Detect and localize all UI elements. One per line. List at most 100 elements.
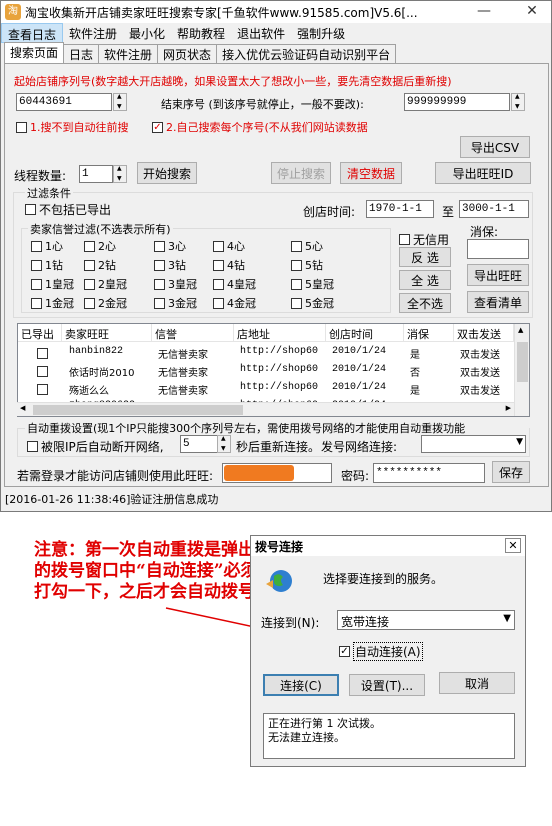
cell-send[interactable]: 双击发送	[457, 344, 515, 362]
view-list-button[interactable]: 查看清单	[467, 291, 529, 313]
checkbox[interactable]	[154, 259, 165, 271]
checkbox[interactable]	[84, 259, 95, 271]
export-ww-button[interactable]: 导出旺旺	[467, 264, 529, 286]
scroll-right-icon[interactable]: ▶	[506, 404, 511, 412]
credit-4-diamond[interactable]: 4钻	[213, 257, 245, 273]
blocked-ip-checkbox[interactable]: 被限IP后自动断开网络,	[27, 438, 164, 455]
col-credit[interactable]: 信誉	[152, 324, 234, 342]
scroll-up-icon[interactable]: ▲	[518, 326, 523, 334]
checkbox[interactable]	[291, 297, 302, 309]
end-seq-spinner[interactable]	[511, 93, 525, 111]
clear-data-button[interactable]: 清空数据	[340, 162, 402, 184]
menu-help[interactable]: 帮助教程	[171, 23, 231, 43]
no-credit-checkbox[interactable]: 无信用	[399, 231, 449, 248]
scroll-thumb[interactable]	[33, 405, 243, 415]
checkbox[interactable]	[291, 259, 302, 271]
checkbox[interactable]	[213, 240, 224, 252]
checkbox[interactable]	[213, 297, 224, 309]
checkbox[interactable]	[31, 278, 42, 290]
tab-captcha[interactable]: 接入优优云验证码自动识别平台	[216, 44, 397, 63]
credit-3-heart[interactable]: 3心	[154, 238, 186, 254]
select-all-button[interactable]: 全 选	[399, 270, 451, 290]
chevron-down-icon[interactable]: ▼	[503, 613, 511, 624]
checkbox[interactable]	[25, 204, 36, 215]
credit-3-crown[interactable]: 3皇冠	[154, 276, 197, 292]
checkbox[interactable]	[291, 240, 302, 252]
login-ww-input[interactable]	[222, 463, 332, 483]
credit-1-crown[interactable]: 1皇冠	[31, 276, 74, 292]
dial-connection-select[interactable]: ▼	[421, 435, 526, 453]
tab-register[interactable]: 软件注册	[98, 44, 159, 63]
checkbox[interactable]: ✓	[339, 646, 350, 657]
threads-input[interactable]	[79, 165, 113, 183]
checkbox[interactable]	[154, 297, 165, 309]
row-checkbox[interactable]	[37, 348, 48, 359]
menu-minimize[interactable]: 最小化	[123, 23, 171, 43]
end-seq-input[interactable]	[404, 93, 510, 111]
scroll-thumb[interactable]	[517, 342, 528, 382]
start-seq-input[interactable]	[16, 93, 112, 111]
col-open-time[interactable]: 创店时间	[326, 324, 404, 342]
open-time-from[interactable]	[366, 200, 434, 218]
checkbox[interactable]	[16, 121, 27, 133]
col-seller[interactable]: 卖家旺旺	[62, 324, 152, 342]
invert-select-button[interactable]: 反 选	[399, 247, 451, 267]
credit-5-diamond[interactable]: 5钻	[291, 257, 323, 273]
exclude-exported-checkbox[interactable]: 不包括已导出	[25, 201, 111, 218]
start-seq-spinner[interactable]	[113, 93, 127, 111]
opt-search-backward[interactable]: 1.搜不到自动往前搜	[16, 119, 129, 135]
row-checkbox[interactable]	[37, 366, 48, 377]
select-none-button[interactable]: 全不选	[399, 293, 451, 313]
menu-view-log[interactable]: 查看日志	[1, 23, 64, 43]
checkbox[interactable]	[27, 441, 38, 452]
credit-2-diamond[interactable]: 2钻	[84, 257, 116, 273]
credit-2-heart[interactable]: 2心	[84, 238, 116, 254]
chevron-down-icon[interactable]: ▼	[516, 437, 523, 447]
checkbox[interactable]	[84, 278, 95, 290]
credit-1-diamond[interactable]: 1钻	[31, 257, 63, 273]
opt-search-each[interactable]: ✓ 2.自己搜索每个序号(不从我们网站读数据	[152, 119, 368, 135]
connect-to-select[interactable]: 宽带连接 ▼	[337, 610, 515, 630]
connect-button[interactable]: 连接(C)	[263, 674, 339, 696]
checkbox[interactable]	[154, 278, 165, 290]
stop-search-button[interactable]: 停止搜索	[271, 162, 331, 184]
start-search-button[interactable]: 开始搜索	[137, 162, 197, 184]
credit-4-gold-crown[interactable]: 4金冠	[213, 295, 256, 311]
credit-5-heart[interactable]: 5心	[291, 238, 323, 254]
threads-spinner[interactable]	[113, 165, 127, 183]
menu-force-upgrade[interactable]: 强制升级	[291, 23, 351, 43]
seconds-spinner[interactable]	[217, 435, 231, 453]
credit-5-gold-crown[interactable]: 5金冠	[291, 295, 334, 311]
menu-exit[interactable]: 退出软件	[231, 23, 291, 43]
minimize-icon[interactable]: —	[469, 1, 499, 21]
col-dblclick[interactable]: 双击发送	[454, 324, 514, 342]
credit-1-gold-crown[interactable]: 1金冠	[31, 295, 74, 311]
open-time-to[interactable]	[459, 200, 529, 218]
cell-send[interactable]: 双击发送	[457, 362, 515, 380]
seconds-input[interactable]	[180, 435, 218, 453]
credit-3-gold-crown[interactable]: 3金冠	[154, 295, 197, 311]
checkbox[interactable]: ✓	[152, 121, 163, 133]
save-button[interactable]: 保存	[492, 461, 530, 483]
checkbox[interactable]	[31, 259, 42, 271]
checkbox[interactable]	[291, 278, 302, 290]
checkbox[interactable]	[31, 240, 42, 252]
password-input[interactable]	[373, 463, 485, 483]
checkbox[interactable]	[213, 278, 224, 290]
checkbox[interactable]	[213, 259, 224, 271]
menu-register[interactable]: 软件注册	[63, 23, 123, 43]
credit-4-crown[interactable]: 4皇冠	[213, 276, 256, 292]
checkbox[interactable]	[84, 297, 95, 309]
checkbox[interactable]	[399, 234, 410, 245]
tab-web-status[interactable]: 网页状态	[157, 44, 218, 63]
close-icon[interactable]: ✕	[517, 1, 547, 21]
cancel-button[interactable]: 取消	[439, 672, 515, 694]
credit-5-crown[interactable]: 5皇冠	[291, 276, 334, 292]
table-vscrollbar[interactable]: ▲	[514, 324, 529, 416]
close-icon[interactable]: ✕	[505, 538, 521, 553]
checkbox[interactable]	[31, 297, 42, 309]
export-ww-id-button[interactable]: 导出旺旺ID	[435, 162, 531, 184]
tab-log[interactable]: 日志	[63, 44, 100, 63]
guarantee-select[interactable]	[467, 239, 529, 259]
col-exported[interactable]: 已导出	[18, 324, 62, 342]
